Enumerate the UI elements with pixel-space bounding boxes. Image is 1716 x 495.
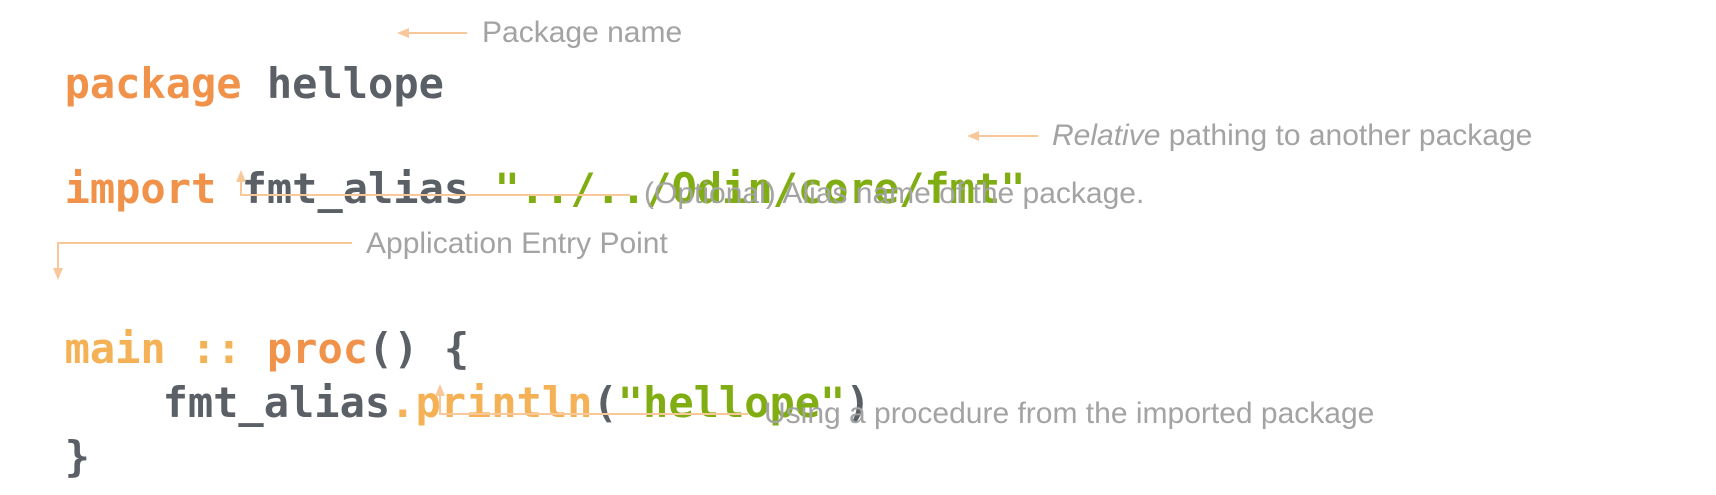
arrowhead-package-name [397, 28, 409, 38]
arrowhead-relative-path [967, 131, 979, 141]
arrow-entry-point [57, 242, 352, 274]
arrow-procedure [439, 390, 748, 415]
arrowhead-alias [236, 170, 246, 182]
arrowhead-entry-point [53, 268, 63, 280]
arrowhead-procedure [435, 384, 445, 396]
annotation-arrows [53, 28, 1038, 415]
arrow-alias [240, 176, 630, 196]
